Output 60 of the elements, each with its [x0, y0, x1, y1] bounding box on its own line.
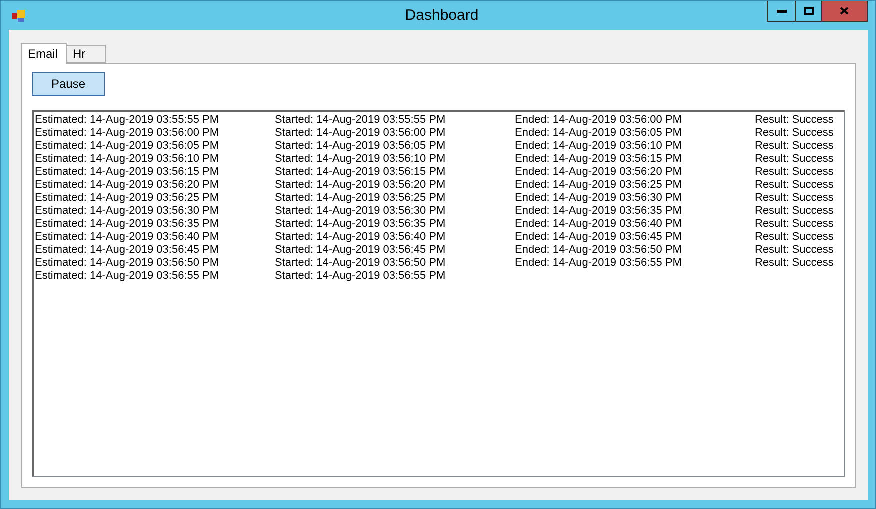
log-entry: Ended: 14-Aug-2019 03:56:25 PM	[515, 179, 683, 192]
log-entry: Estimated: 14-Aug-2019 03:56:40 PM	[35, 231, 220, 244]
log-entry: Started: 14-Aug-2019 03:56:05 PM	[275, 140, 447, 153]
close-button[interactable]	[821, 1, 868, 22]
log-entry: Estimated: 14-Aug-2019 03:56:55 PM	[35, 270, 220, 283]
log-entry: Ended: 14-Aug-2019 03:56:30 PM	[515, 192, 683, 205]
log-entry: Started: 14-Aug-2019 03:56:55 PM	[275, 270, 447, 283]
close-icon	[840, 7, 849, 15]
log-entry: Started: 14-Aug-2019 03:56:10 PM	[275, 153, 447, 166]
log-entry: Started: 14-Aug-2019 03:56:25 PM	[275, 192, 447, 205]
log-entry: Ended: 14-Aug-2019 03:56:20 PM	[515, 166, 683, 179]
window-title: Dashboard	[405, 7, 479, 24]
log-entry: Result: Success	[755, 179, 835, 192]
log-entry: Estimated: 14-Aug-2019 03:56:35 PM	[35, 218, 220, 231]
tab[interactable]: Email	[21, 43, 67, 64]
app-icon	[12, 8, 26, 22]
log-entry: Estimated: 14-Aug-2019 03:56:20 PM	[35, 179, 220, 192]
log-entry: Estimated: 14-Aug-2019 03:56:25 PM	[35, 192, 220, 205]
log-entry: Result: Success	[755, 166, 835, 179]
log-entry: Result: Success	[755, 140, 835, 153]
minimize-button[interactable]	[767, 1, 796, 22]
tab[interactable]: Hr	[66, 45, 106, 63]
log-entry: Estimated: 14-Aug-2019 03:55:55 PM	[35, 114, 220, 127]
log-entry: Ended: 14-Aug-2019 03:56:10 PM	[515, 140, 683, 153]
log-entry: Result: Success	[755, 205, 835, 218]
log-entry: Started: 14-Aug-2019 03:56:15 PM	[275, 166, 447, 179]
log-entry: Result: Success	[755, 192, 835, 205]
log-entry: Estimated: 14-Aug-2019 03:56:10 PM	[35, 153, 220, 166]
minimize-icon	[776, 10, 786, 12]
log-entry: Result: Success	[755, 153, 835, 166]
log-entry: Result: Success	[755, 244, 835, 257]
log-entry: Started: 14-Aug-2019 03:56:30 PM	[275, 205, 447, 218]
log-entry: Ended: 14-Aug-2019 03:56:45 PM	[515, 231, 683, 244]
log-entry: Started: 14-Aug-2019 03:56:45 PM	[275, 244, 447, 257]
log-entry: Ended: 14-Aug-2019 03:56:35 PM	[515, 205, 683, 218]
log-entry: Estimated: 14-Aug-2019 03:56:00 PM	[35, 127, 220, 140]
log-entry: Estimated: 14-Aug-2019 03:56:30 PM	[35, 205, 220, 218]
log-entry: Estimated: 14-Aug-2019 03:56:50 PM	[35, 257, 220, 270]
log-entry: Ended: 14-Aug-2019 03:56:55 PM	[515, 257, 683, 270]
log-entry: Ended: 14-Aug-2019 03:56:50 PM	[515, 244, 683, 257]
log-entry: Result: Success	[755, 231, 835, 244]
log-entry: Started: 14-Aug-2019 03:55:55 PM	[275, 114, 447, 127]
log-entry: Result: Success	[755, 218, 835, 231]
log-entry: Started: 14-Aug-2019 03:56:20 PM	[275, 179, 447, 192]
log-entry: Result: Success	[755, 114, 835, 127]
log-entry: Started: 14-Aug-2019 03:56:00 PM	[275, 127, 447, 140]
maximize-icon	[804, 7, 814, 15]
log-entry: Estimated: 14-Aug-2019 03:56:45 PM	[35, 244, 220, 257]
log-entry: Ended: 14-Aug-2019 03:56:40 PM	[515, 218, 683, 231]
log-entry: Started: 14-Aug-2019 03:56:40 PM	[275, 231, 447, 244]
log-entry: Result: Success	[755, 257, 835, 270]
pause-button[interactable]: Pause	[32, 72, 105, 96]
log-entry: Estimated: 14-Aug-2019 03:56:15 PM	[35, 166, 220, 179]
log-entry: Ended: 14-Aug-2019 03:56:05 PM	[515, 127, 683, 140]
log-entry: Started: 14-Aug-2019 03:56:50 PM	[275, 257, 447, 270]
log-entry: Estimated: 14-Aug-2019 03:56:05 PM	[35, 140, 220, 153]
log-entry: Started: 14-Aug-2019 03:56:35 PM	[275, 218, 447, 231]
log-entry: Result: Success	[755, 127, 835, 140]
log-entry: Ended: 14-Aug-2019 03:56:00 PM	[515, 114, 683, 127]
log-entry: Ended: 14-Aug-2019 03:56:15 PM	[515, 153, 683, 166]
